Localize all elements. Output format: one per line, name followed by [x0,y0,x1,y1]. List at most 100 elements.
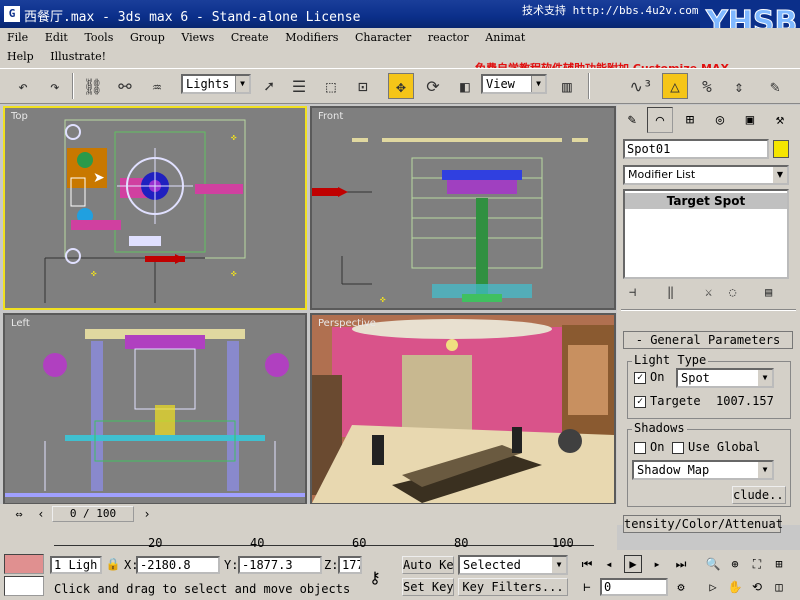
go-to-start-icon[interactable]: ⏮ [578,555,596,573]
object-name-field[interactable]: Spot01 [623,139,769,159]
go-to-end-icon[interactable]: ⏭ [672,555,690,573]
menu-create[interactable]: Create [228,31,272,44]
viewport-top[interactable]: Top ➤ ✜ ✜ ✜ [3,106,307,310]
chevron-down-icon: ▼ [552,557,566,573]
pan-icon[interactable]: ✋ [726,578,744,596]
shadow-type-dropdown[interactable]: Shadow Map ▼ [632,460,774,480]
mini-curve-editor-icon[interactable]: ⇔ [10,505,28,523]
menu-help[interactable]: Help [4,50,37,63]
unlink-icon[interactable]: ⚯ [112,73,138,99]
window-crossing-icon[interactable]: ⊡ [350,73,376,99]
chevron-down-icon: ▼ [235,76,249,92]
light-on-checkbox[interactable]: ✓ [634,372,646,384]
viewport-left[interactable]: Left [3,313,307,505]
menu-character[interactable]: Character [352,31,414,44]
menu-illustrate[interactable]: Illustrate! [47,50,109,63]
maxscript-listener[interactable] [4,554,44,574]
shadow-on-checkbox[interactable] [634,442,646,454]
next-key-icon[interactable]: ▸ [648,555,666,573]
viewport-front[interactable]: Front ✜ [310,106,616,310]
targeted-checkbox[interactable]: ✓ [634,396,646,408]
pin-stack-icon[interactable]: ⊣ [629,285,636,299]
lock-selection-icon[interactable]: 🔒 [104,555,122,573]
zoom-icon[interactable]: 🔍 [704,555,722,573]
y-coordinate-field[interactable]: -1877.3 [238,556,322,574]
intensity-color-attenuation-rollout[interactable]: tensity/Color/Attenuat [623,515,783,533]
maxscript-input[interactable] [4,576,44,596]
spinner-snap-icon[interactable]: ⇕ [726,73,752,99]
exclude-button[interactable]: clude... [732,486,786,504]
percent-snap-icon[interactable]: % [694,73,720,99]
viewport-label[interactable]: Front [318,111,343,122]
menu-group[interactable]: Group [127,31,168,44]
display-tab-icon[interactable]: ▣ [737,107,763,133]
modifier-list-dropdown[interactable]: Modifier List ▼ [623,165,789,185]
play-icon[interactable]: ▶ [624,555,642,573]
menu-edit[interactable]: Edit [42,31,71,44]
z-coordinate-field[interactable]: 1779 [338,556,362,574]
snaps-toggle-icon[interactable]: ∿³ [628,73,654,99]
select-by-name-icon[interactable]: ☰ [286,73,312,99]
undo-icon[interactable]: ↶ [10,73,36,99]
auto-key-button[interactable]: Auto Key [402,556,454,574]
configure-sets-icon[interactable]: ▤ [765,285,772,299]
selection-filter-dropdown[interactable]: Lights ▼ [181,74,251,94]
remove-modifier-icon[interactable]: ◌ [729,285,736,299]
select-and-link-icon[interactable]: ⛓ [80,73,106,99]
create-tab-icon[interactable]: ✎ [619,107,645,133]
arc-rotate-icon[interactable]: ⟲ [748,578,766,596]
time-slider[interactable]: 0 / 100 [52,506,134,522]
time-configuration-icon[interactable]: ⚙ [672,578,690,596]
reference-coord-dropdown[interactable]: View ▼ [481,74,547,94]
previous-key-icon[interactable]: ◂ [600,555,618,573]
zoom-all-icon[interactable]: ⊕ [726,555,744,573]
current-frame-field[interactable]: 0 [600,578,668,596]
previous-frame-icon[interactable]: ‹ [32,505,50,523]
bind-space-warp-icon[interactable]: ♒ [144,73,170,99]
viewport-perspective[interactable]: Perspective [310,313,616,505]
select-object-icon[interactable]: ➚ [256,73,282,99]
viewport-label[interactable]: Top [11,111,28,122]
field-of-view-icon[interactable]: ▷ [704,578,722,596]
track-bar[interactable]: 20 40 60 80 100 [0,524,617,550]
use-global-checkbox[interactable] [672,442,684,454]
maximize-viewport-icon[interactable]: ◫ [770,578,788,596]
menu-animation[interactable]: Animat [482,31,528,44]
make-unique-icon[interactable]: ⚔ [705,285,712,299]
modify-tab-icon[interactable]: ⌒ [647,107,673,133]
app-icon[interactable]: G [4,6,20,22]
select-and-move-icon[interactable]: ✥ [388,73,414,99]
redo-icon[interactable]: ↷ [42,73,68,99]
named-selection-icon[interactable]: ✎ [762,73,788,99]
hierarchy-tab-icon[interactable]: ⊞ [677,107,703,133]
utilities-tab-icon[interactable]: ⚒ [767,107,793,133]
x-coordinate-field[interactable]: -2180.8 [136,556,220,574]
general-parameters-rollout[interactable]: - General Parameters [623,331,793,349]
next-frame-icon[interactable]: › [138,505,156,523]
zoom-extents-icon[interactable]: ⛶ [748,555,766,573]
menu-reactor[interactable]: reactor [425,31,472,44]
show-end-result-icon[interactable]: ‖ [667,285,674,299]
motion-tab-icon[interactable]: ◎ [707,107,733,133]
rectangular-selection-icon[interactable]: ⬚ [318,73,344,99]
menu-tools[interactable]: Tools [81,31,116,44]
zoom-extents-all-icon[interactable]: ⊞ [770,555,788,573]
key-mode-toggle-icon[interactable]: ⊢ [578,578,596,596]
menu-modifiers[interactable]: Modifiers [282,31,341,44]
select-and-rotate-icon[interactable]: ⟳ [420,73,446,99]
viewport-label[interactable]: Left [11,318,30,329]
time-slider-bar: ⇔ ‹ 0 / 100 › [0,504,617,524]
light-type-dropdown[interactable]: Spot ▼ [676,368,774,388]
key-mode-dropdown[interactable]: Selected ▼ [458,555,568,575]
key-filters-button[interactable]: Key Filters... [458,578,568,596]
set-key-button[interactable]: Set Key [402,578,454,596]
key-icon[interactable]: ⚷ [366,568,384,587]
pivot-center-icon[interactable]: ▥ [554,73,580,99]
stack-item-target-spot[interactable]: Target Spot [625,193,787,209]
angle-snap-icon[interactable]: △ [662,73,688,99]
menu-views[interactable]: Views [178,31,217,44]
viewport-label[interactable]: Perspective [318,318,376,329]
select-and-scale-icon[interactable]: ◧ [452,73,478,99]
menu-file[interactable]: File [4,31,31,44]
object-color-swatch[interactable] [773,140,789,158]
